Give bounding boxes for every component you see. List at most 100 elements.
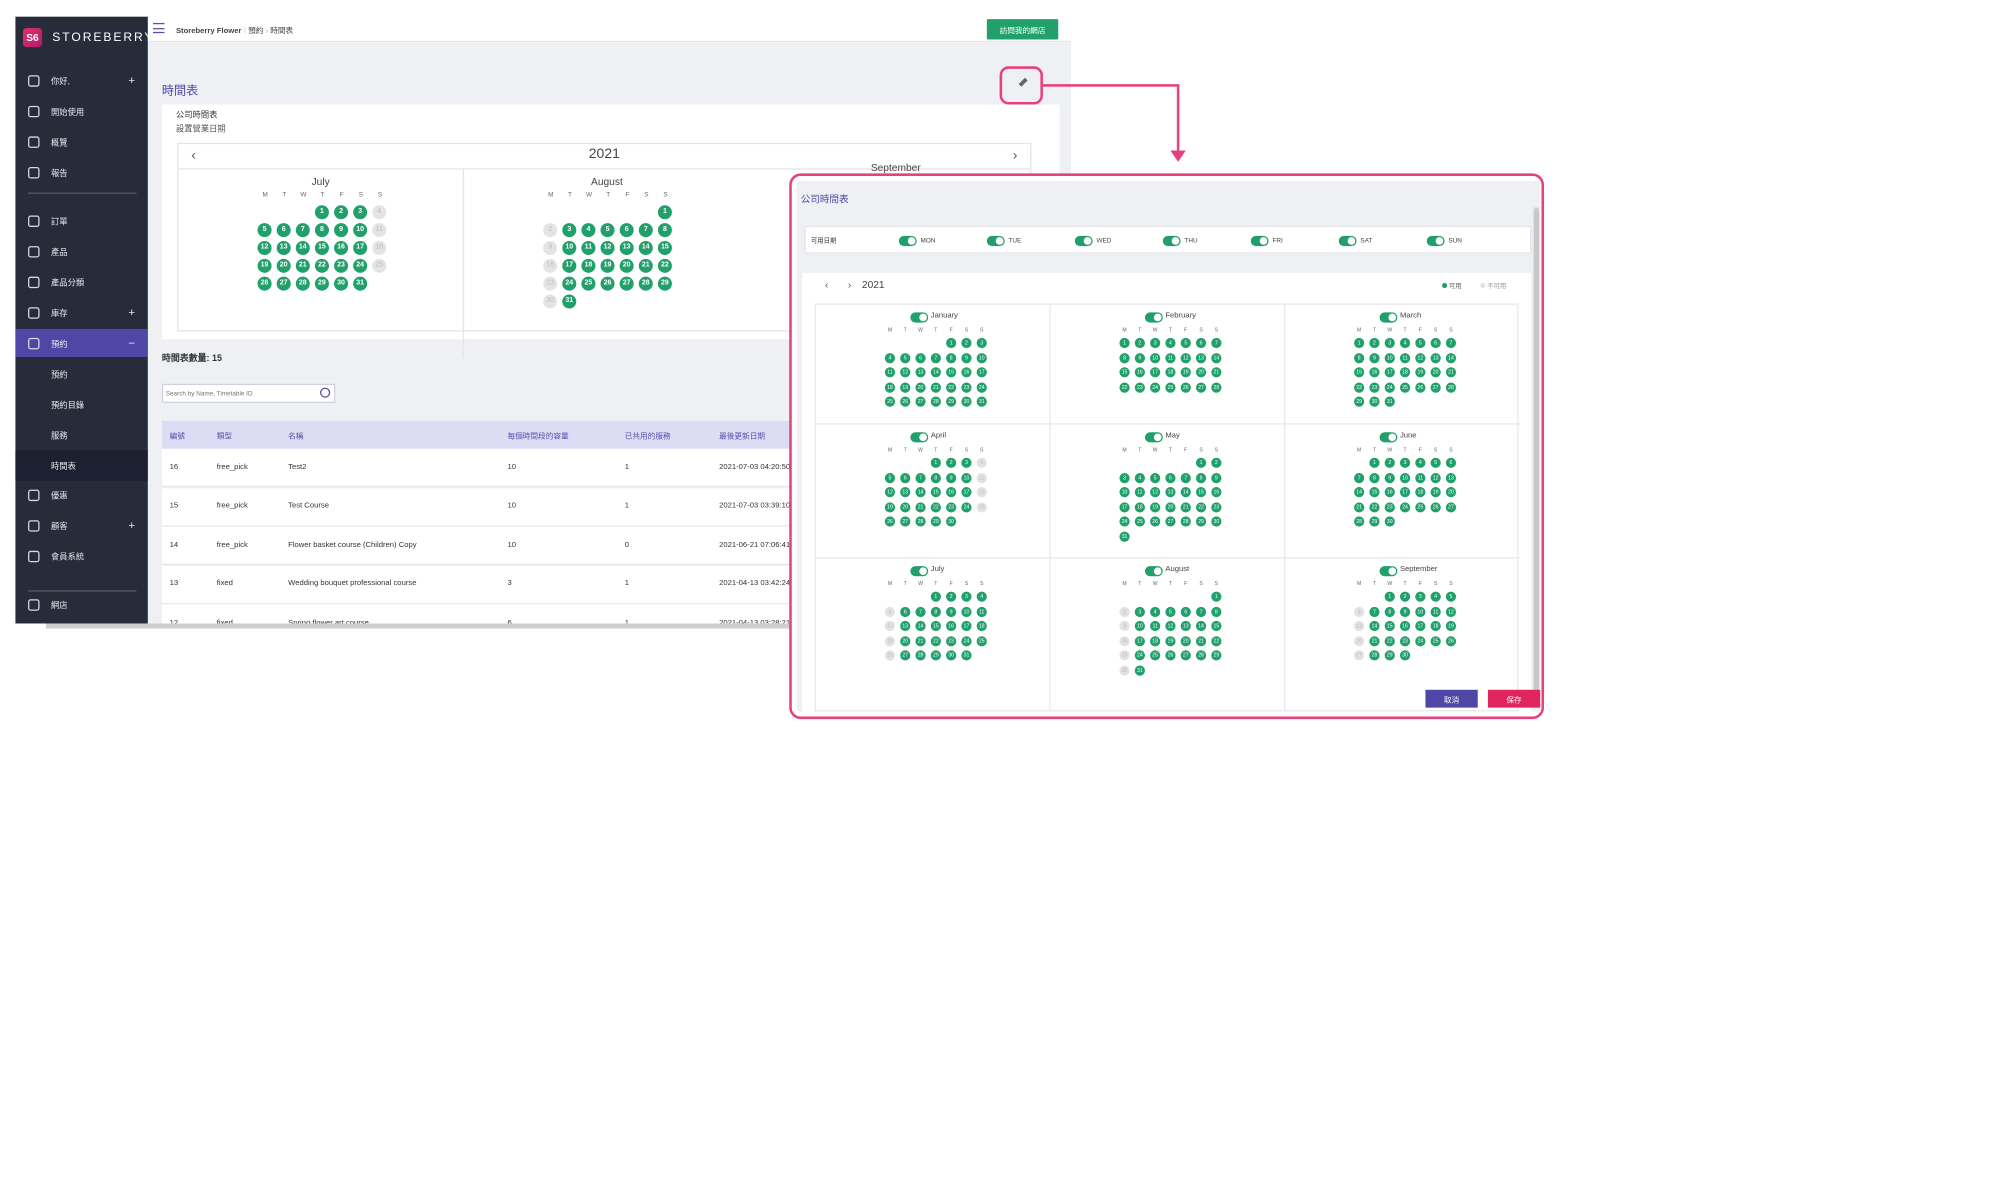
mini-day-cell[interactable]: 5 bbox=[1150, 472, 1161, 483]
day-cell[interactable]: 28 bbox=[295, 276, 310, 291]
day-cell[interactable]: 22 bbox=[657, 258, 672, 273]
mini-day-cell[interactable]: 11 bbox=[976, 472, 987, 483]
day-cell[interactable]: 31 bbox=[353, 276, 368, 291]
day-cell[interactable]: 5 bbox=[257, 223, 272, 238]
mini-day-cell[interactable]: 14 bbox=[1369, 620, 1380, 632]
mini-day-cell[interactable]: 23 bbox=[946, 635, 957, 646]
mini-day-cell[interactable]: 7 bbox=[915, 606, 926, 617]
mini-day-cell[interactable]: 28 bbox=[915, 516, 926, 527]
mini-day-cell[interactable]: 18 bbox=[976, 487, 987, 498]
day-cell[interactable]: 25 bbox=[581, 276, 596, 291]
mini-day-cell[interactable]: 10 bbox=[1134, 620, 1145, 632]
day-cell[interactable]: 1 bbox=[657, 205, 672, 220]
mini-day-cell[interactable]: 11 bbox=[884, 367, 896, 378]
mini-day-cell[interactable]: 26 bbox=[1430, 501, 1441, 512]
mini-day-cell[interactable]: 4 bbox=[1430, 591, 1441, 602]
mini-day-cell[interactable]: 23 bbox=[1384, 501, 1395, 512]
mini-day-cell[interactable]: 5 bbox=[1415, 337, 1426, 349]
sidebar-item-5[interactable]: 產品 bbox=[15, 237, 148, 265]
mini-day-cell[interactable]: 7 bbox=[1445, 337, 1457, 349]
mini-day-cell[interactable]: 2 bbox=[961, 337, 972, 349]
mini-day-cell[interactable]: 28 bbox=[1180, 516, 1191, 527]
mini-day-cell[interactable]: 15 bbox=[1195, 487, 1207, 498]
mini-day-cell[interactable]: 15 bbox=[1384, 620, 1395, 632]
mini-day-cell[interactable]: 13 bbox=[1195, 352, 1207, 363]
weekday-toggle[interactable] bbox=[1338, 235, 1357, 247]
save-button[interactable]: 保存 bbox=[1487, 689, 1541, 708]
mini-day-cell[interactable]: 3 bbox=[1384, 337, 1395, 349]
sidebar-item-9[interactable]: 優惠 bbox=[15, 481, 148, 509]
mini-day-cell[interactable]: 28 bbox=[1211, 381, 1222, 393]
mini-day-cell[interactable]: 26 bbox=[1150, 516, 1161, 527]
mini-day-cell[interactable]: 3 bbox=[976, 337, 987, 349]
mini-day-cell[interactable]: 15 bbox=[1369, 487, 1380, 498]
mini-day-cell[interactable]: 3 bbox=[1415, 591, 1426, 602]
mini-day-cell[interactable]: 23 bbox=[1134, 381, 1145, 393]
day-cell[interactable]: 4 bbox=[581, 223, 596, 238]
mini-day-cell[interactable]: 30 bbox=[1399, 650, 1411, 661]
mini-day-cell[interactable]: 4 bbox=[976, 591, 987, 602]
mini-day-cell[interactable]: 10 bbox=[961, 472, 972, 483]
mini-day-cell[interactable]: 6 bbox=[1180, 606, 1191, 617]
sidebar-item-2[interactable]: 概覽 bbox=[15, 128, 148, 156]
mini-day-cell[interactable]: 10 bbox=[1150, 352, 1161, 363]
mini-day-cell[interactable]: 25 bbox=[976, 501, 987, 512]
mini-day-cell[interactable]: 17 bbox=[1415, 620, 1426, 632]
day-cell[interactable]: 24 bbox=[562, 276, 577, 291]
mini-day-cell[interactable]: 27 bbox=[1445, 501, 1457, 512]
mini-day-cell[interactable]: 8 bbox=[1195, 472, 1207, 483]
mini-day-cell[interactable]: 30 bbox=[946, 516, 957, 527]
mini-day-cell[interactable]: 6 bbox=[1165, 472, 1176, 483]
day-cell[interactable]: 7 bbox=[295, 223, 310, 238]
mini-day-cell[interactable]: 16 bbox=[1119, 635, 1130, 646]
day-cell[interactable]: 6 bbox=[619, 223, 634, 238]
month-toggle[interactable] bbox=[1379, 432, 1398, 443]
day-cell[interactable]: 12 bbox=[600, 240, 615, 255]
month-toggle[interactable] bbox=[1144, 566, 1163, 577]
day-cell[interactable]: 25 bbox=[372, 258, 387, 273]
mini-day-cell[interactable]: 12 bbox=[900, 367, 911, 378]
mini-day-cell[interactable]: 8 bbox=[930, 472, 941, 483]
sidebar-item-12[interactable]: 網店 bbox=[15, 590, 148, 618]
mini-day-cell[interactable]: 10 bbox=[976, 352, 987, 363]
day-cell[interactable]: 16 bbox=[543, 258, 558, 273]
day-cell[interactable]: 21 bbox=[638, 258, 653, 273]
day-cell[interactable]: 13 bbox=[276, 240, 291, 255]
column-header[interactable]: 類型 bbox=[217, 421, 232, 449]
mini-day-cell[interactable]: 20 bbox=[1354, 635, 1365, 646]
mini-day-cell[interactable]: 22 bbox=[1384, 635, 1395, 646]
mini-day-cell[interactable]: 14 bbox=[1195, 620, 1207, 632]
mini-day-cell[interactable]: 28 bbox=[1354, 516, 1365, 527]
mini-day-cell[interactable]: 18 bbox=[1134, 501, 1145, 512]
mini-day-cell[interactable]: 15 bbox=[930, 487, 941, 498]
mini-day-cell[interactable]: 9 bbox=[946, 606, 957, 617]
mini-day-cell[interactable]: 12 bbox=[884, 487, 896, 498]
mini-day-cell[interactable]: 17 bbox=[961, 620, 972, 632]
modal-scrollbar[interactable] bbox=[1532, 206, 1541, 702]
mini-day-cell[interactable]: 18 bbox=[1150, 635, 1161, 646]
column-header[interactable]: 名稱 bbox=[288, 421, 303, 449]
day-cell[interactable]: 31 bbox=[562, 294, 577, 309]
mini-day-cell[interactable]: 18 bbox=[884, 381, 896, 393]
sidebar-subitem-1[interactable]: 預約目錄 bbox=[15, 389, 148, 420]
mini-day-cell[interactable]: 30 bbox=[1119, 664, 1130, 676]
sidebar-item-3[interactable]: 報告 bbox=[15, 158, 148, 186]
day-cell[interactable]: 4 bbox=[372, 205, 387, 220]
day-cell[interactable]: 8 bbox=[657, 223, 672, 238]
mini-day-cell[interactable]: 14 bbox=[915, 487, 926, 498]
mini-day-cell[interactable]: 8 bbox=[1384, 606, 1395, 617]
mini-day-cell[interactable]: 4 bbox=[1415, 457, 1426, 468]
mini-day-cell[interactable]: 5 bbox=[1180, 337, 1191, 349]
mini-day-cell[interactable]: 19 bbox=[900, 381, 911, 393]
month-toggle[interactable] bbox=[1144, 432, 1163, 443]
sidebar-expand-icon[interactable]: + bbox=[128, 74, 135, 87]
mini-day-cell[interactable]: 17 bbox=[976, 367, 987, 378]
mini-day-cell[interactable]: 24 bbox=[976, 381, 987, 393]
day-cell[interactable]: 30 bbox=[543, 294, 558, 309]
mini-day-cell[interactable]: 23 bbox=[1369, 381, 1380, 393]
sidebar-expand-icon[interactable]: + bbox=[128, 306, 135, 319]
mini-day-cell[interactable]: 7 bbox=[930, 352, 941, 363]
mini-day-cell[interactable]: 9 bbox=[1134, 352, 1145, 363]
day-cell[interactable]: 12 bbox=[257, 240, 272, 255]
day-cell[interactable]: 17 bbox=[562, 258, 577, 273]
